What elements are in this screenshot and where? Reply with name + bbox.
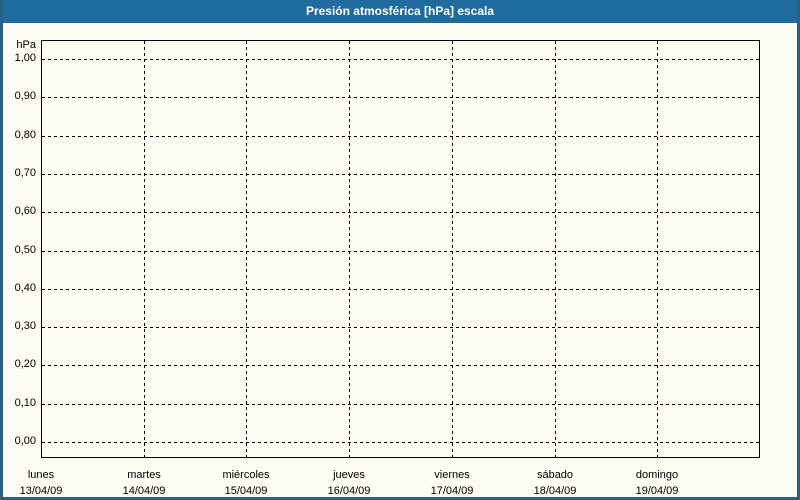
x-gridline — [246, 41, 247, 457]
x-tick-day-name: martes — [127, 469, 161, 481]
x-tick-date: 13/04/09 — [19, 485, 63, 497]
y-tick-label: 0,60 — [14, 205, 36, 217]
y-tick-label: 0,80 — [14, 129, 36, 141]
x-tick-label: miércoles 15/04/09 — [201, 467, 291, 499]
y-tick-label: 0,00 — [14, 435, 36, 447]
y-tick-label: 0,20 — [14, 358, 36, 370]
y-gridline — [42, 327, 759, 328]
y-axis-unit-label: hPa — [16, 39, 36, 51]
x-tick-day-name: sábado — [536, 469, 574, 481]
y-tick-label: 0,40 — [14, 282, 36, 294]
chart-title: Presión atmosférica [hPa] escala — [305, 4, 495, 18]
x-tick-day-name: viernes — [434, 469, 470, 481]
y-gridline — [42, 404, 759, 405]
plot-area — [41, 40, 760, 458]
y-tick-label: 0,90 — [14, 90, 36, 102]
x-tick-day-name: lunes — [27, 469, 55, 481]
x-gridline — [452, 41, 453, 457]
x-tick-label: martes 14/04/09 — [99, 467, 189, 499]
x-tick-day-name: miércoles — [222, 469, 270, 481]
x-tick-label: jueves 16/04/09 — [304, 467, 394, 499]
y-tick-label: 0,70 — [14, 167, 36, 179]
x-tick-label: sábado 18/04/09 — [510, 467, 600, 499]
x-tick-date: 16/04/09 — [327, 485, 371, 497]
y-tick-label: 0,30 — [14, 320, 36, 332]
x-tick-day-name: domingo — [635, 469, 679, 481]
y-gridline — [42, 251, 759, 252]
y-tick-label: 0,10 — [14, 397, 36, 409]
chart-window: Presión atmosférica [hPa] escala hPa 1,0… — [0, 0, 800, 500]
y-gridline — [42, 174, 759, 175]
chart-title-bar: Presión atmosférica [hPa] escala — [0, 0, 800, 23]
x-tick-label: viernes 17/04/09 — [407, 467, 497, 499]
x-tick-date: 18/04/09 — [533, 485, 577, 497]
x-tick-date: 14/04/09 — [122, 485, 166, 497]
y-gridline — [42, 212, 759, 213]
y-tick-label: 0,50 — [14, 244, 36, 256]
x-tick-date: 17/04/09 — [430, 485, 474, 497]
y-gridline — [42, 442, 759, 443]
x-gridline — [349, 41, 350, 457]
y-gridline — [42, 289, 759, 290]
y-gridline — [42, 59, 759, 60]
y-gridline — [42, 365, 759, 366]
x-tick-date: 19/04/09 — [635, 485, 679, 497]
x-tick-day-name: jueves — [333, 469, 365, 481]
x-tick-label: domingo 19/04/09 — [612, 467, 702, 499]
y-tick-label: 1,00 — [14, 52, 36, 64]
x-tick-label: lunes 13/04/09 — [0, 467, 86, 499]
x-tick-date: 15/04/09 — [224, 485, 268, 497]
x-gridline — [657, 41, 658, 457]
x-gridline — [144, 41, 145, 457]
y-gridline — [42, 136, 759, 137]
y-gridline — [42, 97, 759, 98]
x-gridline — [555, 41, 556, 457]
